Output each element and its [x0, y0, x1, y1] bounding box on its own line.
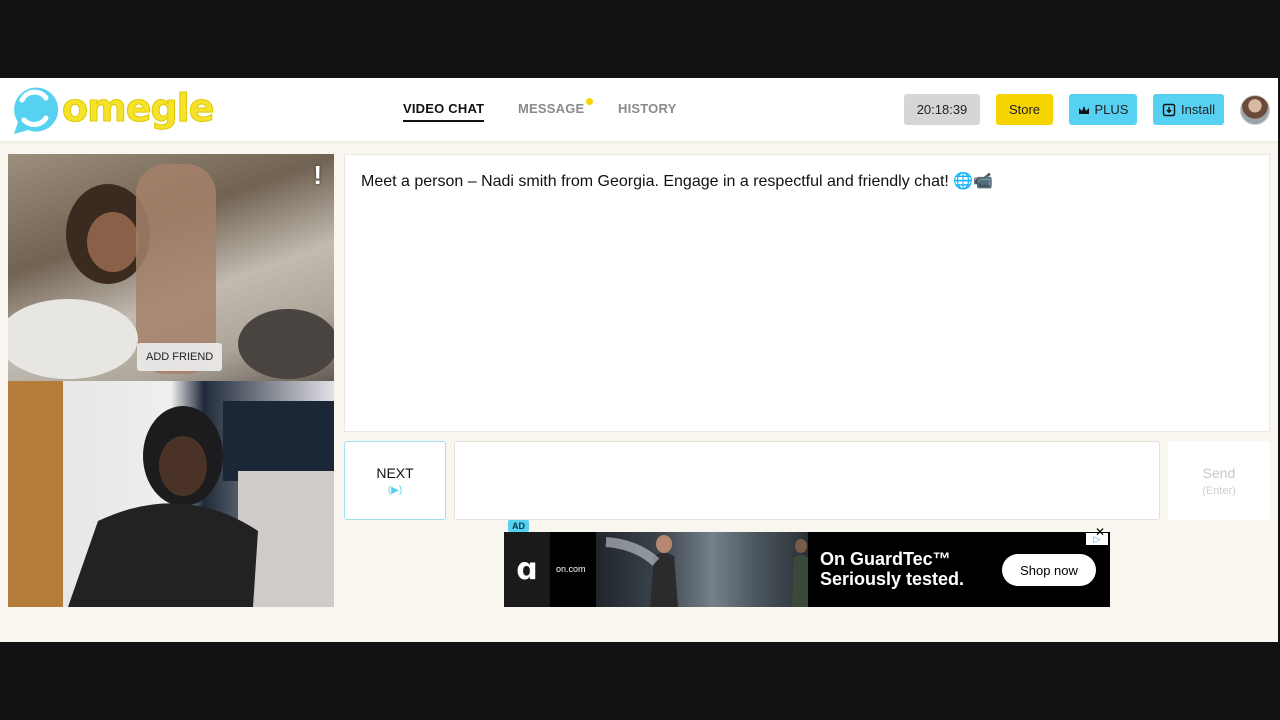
ad-brand-logo: ɑ — [504, 532, 550, 607]
ad-photo — [596, 532, 808, 607]
add-friend-button[interactable]: ADD FRIEND — [137, 343, 223, 371]
ad-label-badge: AD — [508, 520, 529, 532]
letterbox-top — [0, 0, 1280, 78]
send-label: Send — [1202, 464, 1236, 481]
ad-headline-line2: Seriously tested. — [820, 569, 965, 589]
chat-log: Meet a person – Nadi smith from Georgia.… — [344, 154, 1270, 432]
message-input[interactable] — [454, 441, 1160, 520]
next-button[interactable]: NEXT (▶) — [344, 441, 446, 520]
system-message: Meet a person – Nadi smith from Georgia.… — [361, 173, 994, 190]
user-avatar[interactable] — [1240, 95, 1270, 125]
ad-close-icon[interactable]: ✕ — [1093, 526, 1107, 540]
stranger-video: ! ADD FRIEND — [8, 154, 334, 381]
on-logo-icon: ɑ — [516, 552, 538, 587]
plus-button[interactable]: PLUS — [1069, 94, 1137, 125]
ad-headline-line1: On GuardTec™ — [820, 549, 951, 569]
send-button[interactable]: Send (Enter) — [1168, 441, 1270, 520]
logo-chat-bubble-icon — [14, 87, 59, 134]
letterbox-bottom — [0, 642, 1280, 720]
plus-label: PLUS — [1094, 102, 1129, 117]
app-window: omegle VIDEO CHAT MESSAGE HISTORY 20:18:… — [0, 78, 1278, 642]
session-clock: 20:18:39 — [904, 94, 980, 125]
tab-history[interactable]: HISTORY — [618, 101, 676, 116]
header: omegle VIDEO CHAT MESSAGE HISTORY 20:18:… — [0, 78, 1278, 141]
install-button[interactable]: Install — [1153, 94, 1224, 125]
self-video-frame — [8, 381, 334, 607]
crown-icon — [1078, 105, 1089, 114]
omegle-logo[interactable]: omegle — [8, 84, 215, 136]
ad-runner-image — [605, 535, 808, 607]
next-shortcut-hint: (▶) — [387, 485, 403, 496]
ad-banner[interactable]: ɑ on.com On GuardTec™ Seriously tested. … — [504, 532, 1110, 607]
message-notification-dot — [586, 98, 593, 105]
send-shortcut-hint: (Enter) — [1202, 484, 1236, 497]
store-label: Store — [1008, 102, 1041, 117]
logo-wordmark: omegle — [61, 86, 214, 131]
download-icon — [1162, 103, 1176, 116]
self-video — [8, 381, 334, 607]
tab-video-chat[interactable]: VIDEO CHAT — [403, 101, 485, 122]
next-label: NEXT — [376, 465, 414, 481]
store-button[interactable]: Store — [996, 94, 1053, 125]
tab-message[interactable]: MESSAGE — [518, 101, 584, 116]
ad-shop-now-button[interactable]: Shop now — [1002, 554, 1096, 586]
ad-domain: on.com — [556, 564, 586, 574]
report-icon[interactable]: ! — [313, 160, 322, 191]
ad-headline: On GuardTec™ Seriously tested. — [820, 549, 964, 589]
install-label: Install — [1181, 102, 1215, 117]
